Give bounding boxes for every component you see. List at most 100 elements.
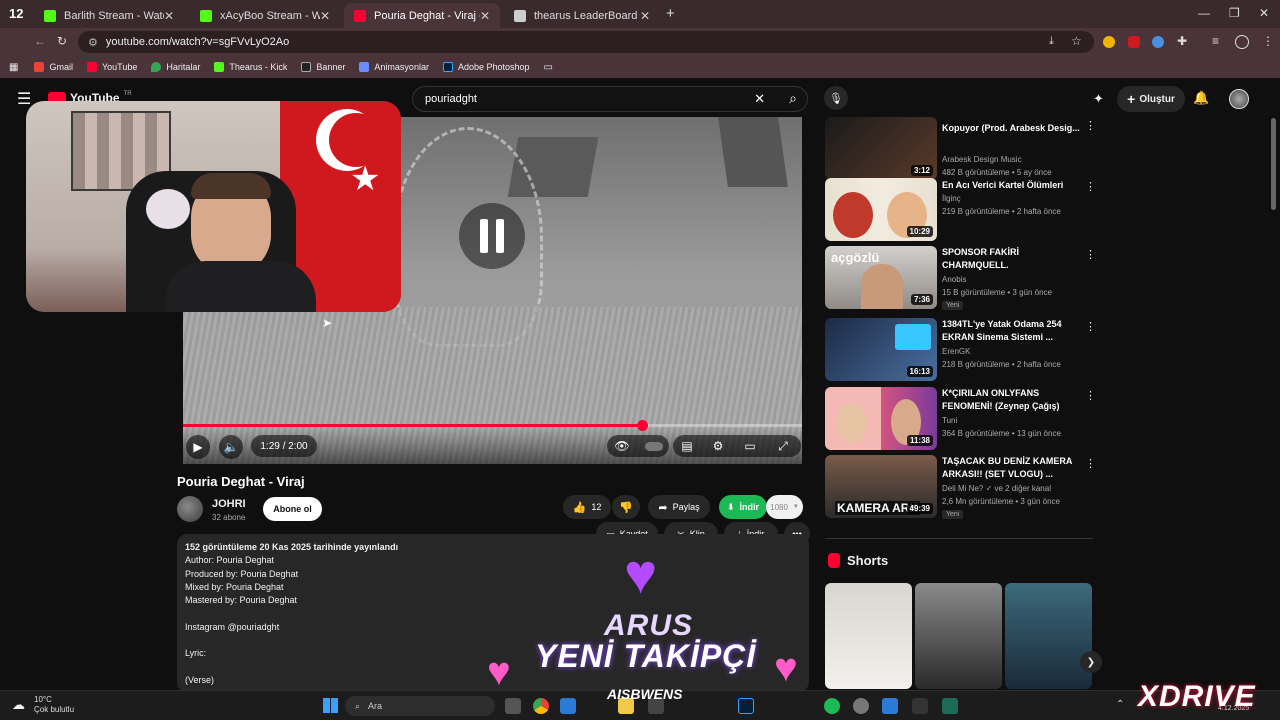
bookmark-gmail[interactable]: Gmail xyxy=(34,62,73,72)
bookmark-maps[interactable]: Haritalar xyxy=(151,62,200,72)
video-thumbnail[interactable]: 11:38 xyxy=(825,387,937,450)
close-window-icon[interactable]: ✕ xyxy=(1259,6,1269,20)
app-icon[interactable] xyxy=(912,698,928,714)
spotify-icon[interactable] xyxy=(824,698,840,714)
tab-xacyboo[interactable]: xAcyBoo Stream - Watch Live o ✕ xyxy=(190,3,340,28)
recommendation-title[interactable]: TAŞACAK BU DENİZ KAMERA ARKASI!! (SET VL… xyxy=(942,455,1082,480)
tab-youtube[interactable]: Pouria Deghat - Viraj - YouT ✕ xyxy=(344,3,500,28)
apps-icon[interactable]: ▦ xyxy=(9,62,18,73)
recommendation-channel[interactable]: Arabesk Design Music xyxy=(942,155,1022,164)
account-avatar[interactable] xyxy=(1229,89,1249,109)
search-input[interactable]: pouriadght ✕ ⌕ xyxy=(412,86,808,112)
fullscreen-icon[interactable]: ⤢ xyxy=(773,435,793,457)
app-icon[interactable] xyxy=(882,698,898,714)
app-icon[interactable] xyxy=(942,698,958,714)
recommendation-title[interactable]: K*ÇIRILAN ONLYFANS FENOMENİ! (Zeynep Çağ… xyxy=(942,387,1082,412)
app-icon[interactable] xyxy=(505,698,521,714)
reload-icon[interactable]: ↻ xyxy=(57,34,67,48)
app-icon[interactable] xyxy=(853,698,869,714)
tray-chevron-up-icon[interactable]: ⌃ xyxy=(1116,699,1124,710)
video-thumbnail[interactable]: 3:12 xyxy=(825,117,937,180)
bookmark-star-icon[interactable]: ☆ xyxy=(1071,34,1082,48)
menu-kebab-icon[interactable]: ⋮ xyxy=(1262,34,1274,48)
recommendation-item[interactable]: 11:38 K*ÇIRILAN ONLYFANS FENOMENİ! (Zeyn… xyxy=(825,387,1096,451)
short-thumbnail[interactable] xyxy=(1005,583,1092,689)
url-field[interactable]: ⚙ youtube.com/watch?v=sgFVvLyO2Ao xyxy=(78,31,1094,53)
media-icon[interactable]: ≡ xyxy=(1212,34,1219,48)
minimize-icon[interactable]: — xyxy=(1198,6,1210,20)
photoshop-icon[interactable] xyxy=(738,698,754,714)
more-vertical-icon[interactable]: ⋮ xyxy=(1085,248,1096,261)
video-thumbnail[interactable]: açgözlü 7:36 xyxy=(825,246,937,309)
recommendation-channel[interactable]: Deli Mi Ne? ✓ ve 2 diğer kanal xyxy=(942,484,1051,493)
windows-start-icon[interactable] xyxy=(323,698,338,713)
close-icon[interactable]: ✕ xyxy=(320,9,330,23)
eye-icon[interactable]: 👁 xyxy=(611,435,633,457)
video-thumbnail[interactable]: KAMERA ARK 49:39 xyxy=(825,455,937,518)
channel-name[interactable]: JOHRI xyxy=(212,498,246,510)
notifications-bell-icon[interactable]: 🔔 xyxy=(1193,90,1209,106)
recommendation-item[interactable]: KAMERA ARK 49:39 TAŞACAK BU DENİZ KAMERA… xyxy=(825,455,1096,519)
tab-leaderboard[interactable]: thearus LeaderBoard | The best ✕ xyxy=(504,3,660,28)
close-icon[interactable]: ✕ xyxy=(640,9,650,23)
recommendation-channel[interactable]: ErenGK xyxy=(942,347,970,356)
subscribe-button[interactable]: Abone ol xyxy=(263,497,322,521)
more-vertical-icon[interactable]: ⋮ xyxy=(1085,457,1096,470)
close-icon[interactable]: ✕ xyxy=(164,9,174,23)
autoplay-toggle[interactable] xyxy=(644,435,664,457)
more-vertical-icon[interactable]: ⋮ xyxy=(1085,180,1096,193)
search-icon[interactable]: ⌕ xyxy=(789,90,797,107)
theater-mode-icon[interactable]: ▭ xyxy=(740,435,760,457)
taskbar-search[interactable]: ⌕ Ara xyxy=(345,696,495,716)
pause-button[interactable] xyxy=(459,203,525,269)
extension-icon[interactable] xyxy=(1152,36,1164,48)
new-tab-button[interactable]: + xyxy=(666,5,675,22)
app-icon[interactable] xyxy=(560,698,576,714)
channel-avatar[interactable] xyxy=(177,496,203,522)
maximize-icon[interactable]: ❐ xyxy=(1229,6,1240,20)
more-vertical-icon[interactable]: ⋮ xyxy=(1085,320,1096,333)
site-info-icon[interactable]: ⚙ xyxy=(88,36,98,49)
short-thumbnail[interactable] xyxy=(825,583,912,689)
bookmark-kick[interactable]: Thearus - Kick xyxy=(214,62,287,72)
install-icon[interactable]: ⤓ xyxy=(1049,35,1054,48)
clear-search-icon[interactable]: ✕ xyxy=(754,91,765,107)
video-thumbnail[interactable]: 16:13 xyxy=(825,318,937,381)
more-vertical-icon[interactable]: ⋮ xyxy=(1085,389,1096,402)
recommendation-item[interactable]: 3:12 Kopuyor (Prod. Arabesk Desig... Ara… xyxy=(825,117,1096,181)
short-thumbnail[interactable] xyxy=(915,583,1002,689)
create-button[interactable]: + Oluştur xyxy=(1117,86,1185,112)
recommendation-title[interactable]: Kopuyor (Prod. Arabesk Desig... xyxy=(942,122,1082,135)
extension-icon[interactable]: ✦ xyxy=(1093,91,1104,107)
bookmark-photoshop[interactable]: Adobe Photoshop xyxy=(442,62,530,72)
profile-icon[interactable] xyxy=(1235,35,1249,49)
share-button[interactable]: ➦ Paylaş xyxy=(648,495,710,519)
page-scrollbar[interactable] xyxy=(1271,118,1276,210)
dislike-button[interactable]: 👎 xyxy=(612,495,640,519)
back-icon[interactable]: ← xyxy=(34,34,46,48)
recommendation-item[interactable]: açgözlü 7:36 SPONSOR FAKİRİ CHARMQUELL. … xyxy=(825,246,1096,310)
weather-widget[interactable]: 10°C Çok bulutlu xyxy=(34,695,74,715)
recommendation-channel[interactable]: İlginç xyxy=(942,194,961,203)
recommendation-item[interactable]: 10:29 En Acı Verici Kartel Ölümleri İlgi… xyxy=(825,178,1096,242)
recommendation-channel[interactable]: Anobis xyxy=(942,275,966,284)
chrome-icon[interactable] xyxy=(533,698,549,714)
extension-icon[interactable] xyxy=(1128,36,1140,48)
recommendation-title[interactable]: SPONSOR FAKİRİ CHARMQUELL. xyxy=(942,246,1082,271)
bookmark-animations[interactable]: Animasyonlar xyxy=(359,62,429,72)
video-thumbnail[interactable]: 10:29 xyxy=(825,178,937,241)
recommendation-item[interactable]: 16:13 1384TL'ye Yatak Odama 254 EKRAN Si… xyxy=(825,318,1096,382)
recommendation-title[interactable]: En Acı Verici Kartel Ölümleri xyxy=(942,179,1082,192)
recommendation-title[interactable]: 1384TL'ye Yatak Odama 254 EKRAN Sinema S… xyxy=(942,318,1082,343)
recommendation-channel[interactable]: Tuni xyxy=(942,416,957,425)
bookmark-folder[interactable]: ▭ xyxy=(544,62,553,73)
close-icon[interactable]: ✕ xyxy=(480,9,490,23)
extension-icon[interactable] xyxy=(1103,36,1115,48)
subtitles-icon[interactable]: ▤ xyxy=(677,435,697,457)
tab-barlith[interactable]: Barlith Stream - Watch Live on ✕ xyxy=(34,3,184,28)
bookmark-banner[interactable]: Banner xyxy=(301,62,345,72)
shorts-next-button[interactable]: ❯ xyxy=(1080,651,1102,673)
like-button[interactable]: 👍 12 xyxy=(563,495,611,519)
volume-button[interactable]: 🔈 xyxy=(219,435,243,459)
settings-gear-icon[interactable]: ⚙ xyxy=(708,435,728,457)
